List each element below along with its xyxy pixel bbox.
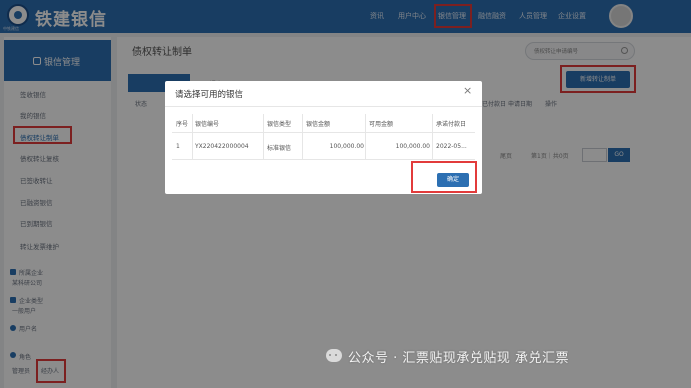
header-type: 银信类型 (267, 121, 292, 128)
wechat-icon (326, 349, 342, 362)
column-separator (432, 114, 433, 159)
column-separator (302, 114, 303, 159)
header-index: 序号 (176, 121, 189, 128)
column-separator (192, 114, 193, 159)
row-type: 标准银信 (267, 145, 292, 152)
dialog-title: 请选择可用的银信 (175, 90, 244, 100)
column-separator (365, 114, 366, 159)
dialog-divider (165, 106, 482, 107)
header-pay-date: 承诺付款日 (436, 121, 467, 128)
modal-overlay (0, 0, 691, 388)
row-index: 1 (176, 143, 180, 150)
row-available: 100,000.00 (395, 143, 430, 150)
header-amount: 银信金额 (306, 121, 331, 128)
header-divider (172, 132, 475, 133)
header-code: 银信编号 (195, 121, 220, 128)
column-separator (263, 114, 264, 159)
row-amount: 100,000.00 (329, 143, 364, 150)
row-pay-date: 2022-05... (436, 143, 467, 150)
row-divider (172, 159, 475, 160)
row-code: YX220422000004 (195, 143, 249, 150)
header-available: 可用金额 (369, 121, 394, 128)
close-icon[interactable]: × (463, 85, 472, 97)
confirm-highlight-box (411, 161, 477, 193)
watermark: 公众号 · 汇票贴现承兑贴现 承兑汇票 (348, 351, 570, 366)
